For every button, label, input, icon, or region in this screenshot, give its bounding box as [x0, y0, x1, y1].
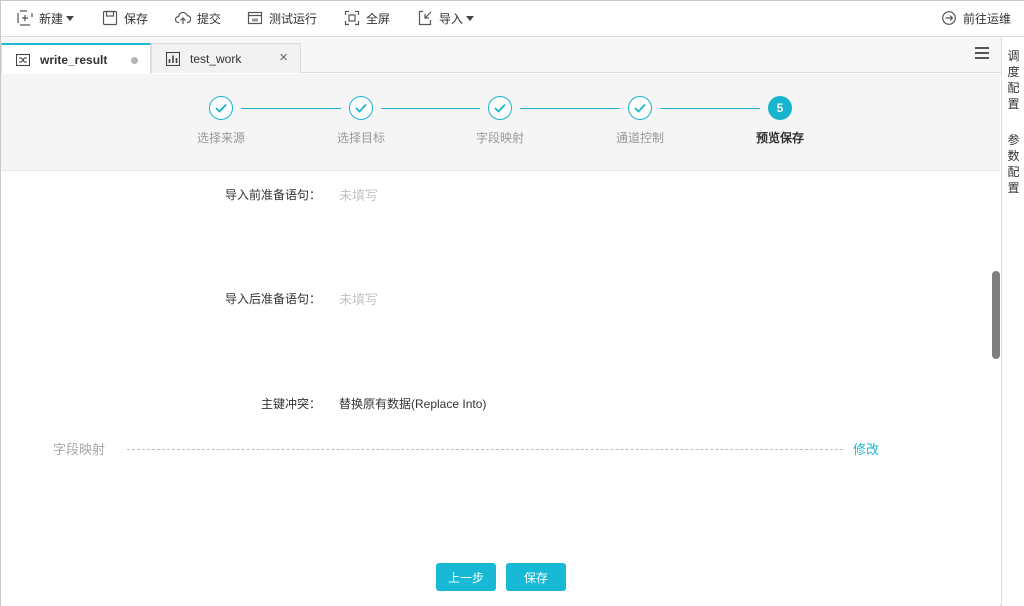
import-icon	[418, 10, 432, 26]
step-5-label: 预览保存	[755, 131, 804, 145]
import-button[interactable]: 导入	[417, 1, 475, 35]
sidebar-char: 置	[1007, 181, 1020, 195]
unsaved-dot-icon	[131, 57, 138, 64]
import-label: 导入	[439, 11, 464, 26]
save-label: 保存	[124, 11, 149, 26]
fullscreen-label: 全屏	[366, 11, 391, 26]
prev-step-button[interactable]: 上一步	[436, 563, 496, 591]
cloud-upload-icon	[175, 11, 191, 24]
post-sql-value: 未填写	[339, 292, 379, 307]
edit-field-mapping-link[interactable]: 修改	[853, 439, 879, 458]
fullscreen-icon	[344, 10, 360, 26]
new-file-icon	[17, 10, 33, 26]
step-3-check-icon	[488, 96, 512, 120]
chevron-down-icon	[66, 15, 75, 21]
step-2-check-icon	[349, 96, 373, 120]
test-run-icon	[247, 11, 263, 25]
pre-sql-value: 未填写	[339, 188, 379, 203]
goto-ops-button[interactable]: 前往运维	[941, 1, 1011, 35]
step-connector	[381, 108, 480, 109]
sidebar-char: 数	[1007, 149, 1020, 163]
pk-conflict-value: 替换原有数据(Replace Into)	[339, 397, 487, 411]
sidebar-char: 配	[1007, 165, 1020, 179]
save-toolbar-button[interactable]: 保存	[102, 1, 148, 35]
fullscreen-button[interactable]: 全屏	[344, 1, 390, 35]
save-icon	[102, 10, 118, 26]
sidebar-char: 置	[1007, 97, 1020, 111]
pk-conflict-label: 主键冲突：	[260, 397, 321, 411]
test-run-label: 测试运行	[269, 11, 318, 26]
field-mapping-title: 字段映射	[53, 442, 106, 457]
step-connector	[241, 108, 341, 109]
step-4-check-icon	[628, 96, 652, 120]
step-1-check-icon	[209, 96, 233, 120]
submit-label: 提交	[197, 11, 222, 26]
post-sql-label: 导入后准备语句：	[224, 292, 321, 306]
tab-label: test_work	[190, 51, 242, 66]
sidebar-char: 参	[1007, 133, 1020, 147]
tab-bar: write_result test_work ×	[1, 37, 1001, 74]
app-window: 新建 保存 提交 测试运行 全屏 导入 前往运维 write_result te…	[0, 0, 1024, 606]
right-sidebar: 调 度 配 置 参 数 配 置	[1001, 37, 1024, 606]
pre-sql-label: 导入前准备语句：	[224, 188, 321, 202]
tab-test-work[interactable]: test_work ×	[151, 43, 301, 73]
test-run-button[interactable]: 测试运行	[247, 1, 317, 35]
toolbar: 新建 保存 提交 测试运行 全屏 导入 前往运维	[1, 1, 1024, 37]
scrollbar-thumb[interactable]	[992, 271, 1000, 359]
scrollbar-track[interactable]	[989, 172, 1001, 606]
goto-ops-label: 前往运维	[963, 11, 1012, 26]
save-button[interactable]: 保存	[506, 563, 566, 591]
chevron-down-icon	[466, 15, 475, 21]
tab-write-result[interactable]: write_result	[1, 43, 151, 74]
step-4-label: 通道控制	[615, 131, 664, 145]
sidebar-char: 配	[1007, 81, 1020, 95]
wizard-steps: 5 选择来源 选择目标 字段映射 通道控制 预览保存	[1, 74, 1000, 171]
schedule-config-tab[interactable]: 调 度 配 置	[1002, 48, 1024, 112]
goto-ops-icon	[942, 11, 956, 25]
step-1-label: 选择来源	[196, 131, 245, 145]
menu-icon[interactable]	[975, 47, 989, 59]
close-icon[interactable]: ×	[279, 50, 288, 65]
new-label: 新建	[39, 11, 64, 26]
divider	[127, 449, 843, 450]
step-5-number: 5	[768, 96, 792, 120]
param-config-tab[interactable]: 参 数 配 置	[1002, 132, 1024, 196]
sidebar-char: 度	[1007, 65, 1020, 79]
data-sync-icon	[16, 53, 30, 66]
submit-button[interactable]: 提交	[175, 1, 221, 35]
node-icon	[166, 51, 180, 66]
step-2-label: 选择目标	[336, 131, 385, 145]
tab-label: write_result	[40, 52, 108, 67]
step-3-label: 字段映射	[475, 131, 524, 145]
step-connector	[660, 108, 760, 109]
sidebar-char: 调	[1007, 49, 1020, 63]
new-button[interactable]: 新建	[17, 1, 75, 35]
step-connector	[520, 108, 620, 109]
preview-content	[1, 172, 1000, 606]
